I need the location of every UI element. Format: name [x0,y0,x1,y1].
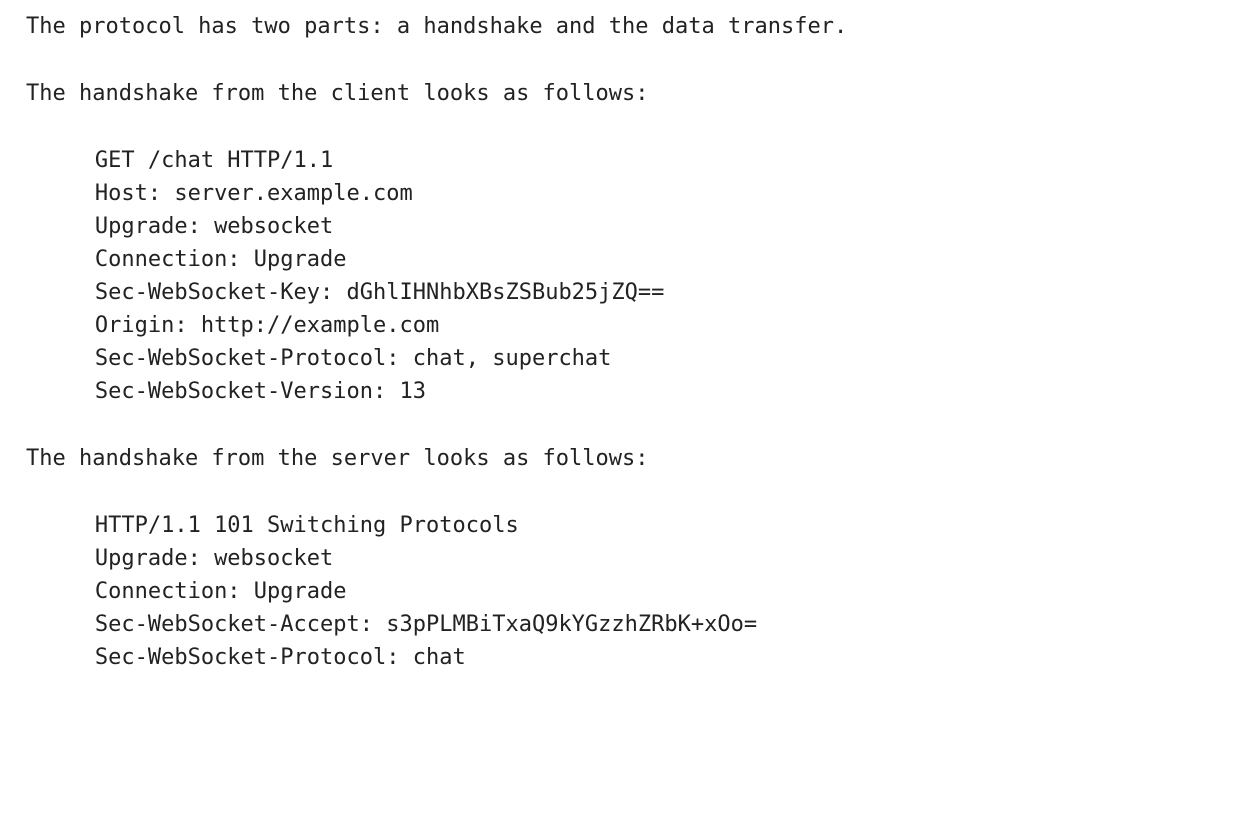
server-handshake-block: HTTP/1.1 101 Switching Protocols Upgrade… [26,509,1214,674]
server-handshake-lead: The handshake from the server looks as f… [26,442,1214,475]
client-handshake-block: GET /chat HTTP/1.1 Host: server.example.… [26,144,1214,408]
client-handshake-lead: The handshake from the client looks as f… [26,77,1214,110]
intro-paragraph: The protocol has two parts: a handshake … [26,10,1214,43]
